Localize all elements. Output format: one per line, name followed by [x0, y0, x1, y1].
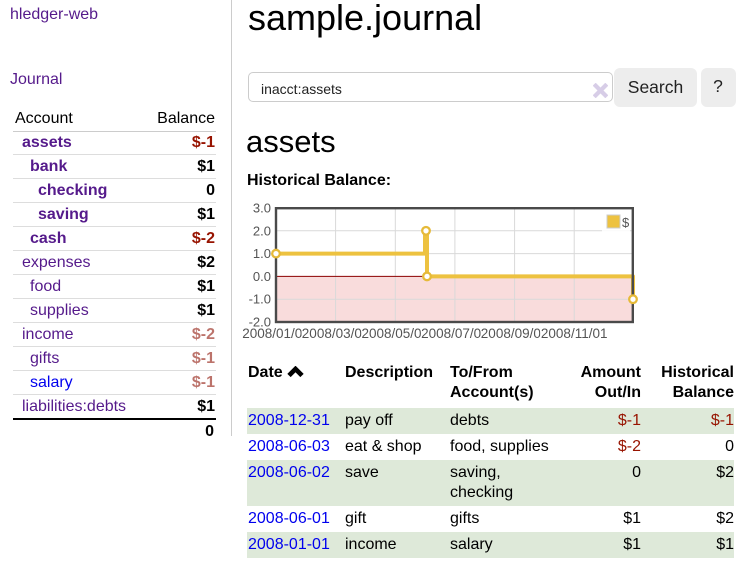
svg-text:2008/03/01: 2008/03/01 [302, 326, 370, 341]
svg-text:2008/07/01: 2008/07/01 [421, 326, 489, 341]
svg-text:2008/01/01: 2008/01/01 [242, 326, 310, 341]
svg-text:0.0: 0.0 [253, 269, 271, 284]
svg-text:-1.0: -1.0 [249, 292, 271, 307]
svg-text:2008/05/01: 2008/05/01 [362, 326, 430, 341]
svg-text:$: $ [622, 215, 630, 230]
svg-text:3.0: 3.0 [253, 201, 271, 216]
svg-text:2.0: 2.0 [253, 223, 271, 238]
svg-text:1.0: 1.0 [253, 246, 271, 261]
svg-text:2008/09/01: 2008/09/01 [481, 326, 549, 341]
svg-text:2008/11/01: 2008/11/01 [541, 326, 608, 341]
